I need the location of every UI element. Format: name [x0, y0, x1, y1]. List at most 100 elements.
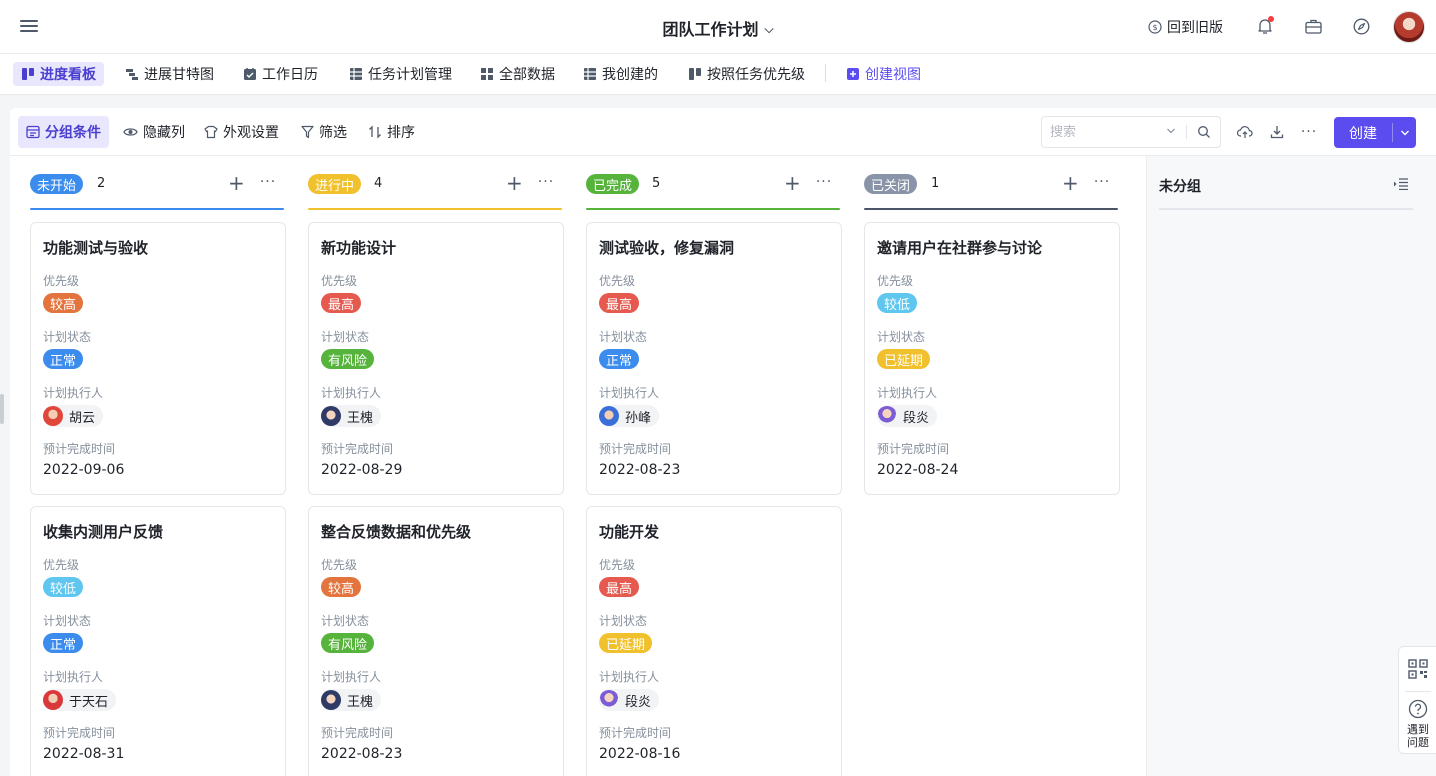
create-dropdown-button[interactable] [1393, 117, 1416, 148]
avatar [321, 690, 341, 710]
add-card-icon[interactable]: + [1062, 173, 1079, 194]
task-card[interactable]: 整合反馈数据和优先级 优先级 较高 计划状态 有风险 计划执行人 王槐 预计完成… [308, 506, 564, 776]
column-divider [30, 208, 284, 210]
add-card-icon[interactable]: + [784, 173, 801, 194]
assignee-chip: 于天石 [43, 689, 117, 711]
qr-code-icon[interactable] [1408, 659, 1428, 679]
card-title: 新功能设计 [321, 239, 397, 257]
tab-label: 任务计划管理 [368, 67, 452, 83]
due-label: 预计完成时间 [599, 726, 672, 740]
priority-label: 优先级 [43, 274, 80, 288]
tab-by-priority[interactable]: 按照任务优先级 [680, 62, 813, 86]
upload-button[interactable] [1237, 124, 1253, 140]
more-icon[interactable]: ··· [537, 174, 555, 194]
filter-label: 筛选 [319, 125, 347, 141]
add-card-icon[interactable]: + [228, 173, 245, 194]
plan-status-tag: 正常 [599, 349, 640, 369]
task-card[interactable]: 功能测试与验收 优先级 较高 计划状态 正常 计划执行人 胡云 预计完成时间 2… [30, 222, 286, 495]
collapse-list-icon[interactable] [1393, 178, 1409, 190]
plan-status-label: 计划状态 [43, 614, 92, 628]
group-icon [26, 125, 40, 139]
sort-button[interactable]: 排序 [360, 116, 423, 148]
briefcase-icon [1304, 19, 1322, 34]
chevron-down-icon: ⌵ [764, 22, 774, 36]
filter-button[interactable]: 筛选 [293, 116, 355, 148]
tab-task-plan[interactable]: 任务计划管理 [341, 62, 460, 86]
avatar [599, 690, 619, 710]
card-title: 整合反馈数据和优先级 [321, 523, 472, 541]
appearance-label: 外观设置 [223, 125, 279, 141]
more-icon[interactable]: ··· [815, 174, 833, 194]
user-avatar[interactable] [1393, 11, 1425, 43]
board-panel: 分组条件 隐藏列 外观设置 筛选 排序 ··· [10, 108, 1436, 776]
sidebar-resize-handle[interactable] [0, 394, 4, 424]
tab-all-data[interactable]: 全部数据 [472, 62, 563, 86]
uncategorized-title: 未分组 [1159, 179, 1201, 195]
more-icon[interactable]: ··· [1093, 174, 1111, 194]
add-card-icon[interactable]: + [506, 173, 523, 194]
due-label: 预计完成时间 [43, 442, 116, 456]
tab-progress-board[interactable]: 进度看板 [13, 62, 104, 86]
notification-dot [1268, 16, 1274, 22]
floating-toolbar: 遇到问题 [1398, 646, 1436, 754]
create-button-label[interactable]: 创建 [1334, 117, 1392, 148]
assignee-label: 计划执行人 [321, 386, 382, 400]
plan-status-tag: 有风险 [321, 349, 375, 369]
notification-button[interactable] [1255, 16, 1275, 36]
hide-columns-button[interactable]: 隐藏列 [115, 116, 193, 148]
assignee-name: 段炎 [903, 410, 930, 426]
priority-label: 优先级 [599, 274, 636, 288]
tab-created-by-me[interactable]: 我创建的 [575, 62, 666, 86]
kanban-icon [689, 68, 701, 80]
toolbar-divider [1405, 691, 1431, 692]
download-button[interactable] [1269, 124, 1285, 140]
inbox-button[interactable] [1303, 16, 1323, 36]
column-count: 4 [374, 176, 383, 191]
explore-button[interactable] [1351, 16, 1371, 36]
tab-label: 全部数据 [499, 67, 555, 83]
task-card[interactable]: 功能开发 优先级 最高 计划状态 已延期 计划执行人 段炎 预计完成时间 202… [586, 506, 842, 776]
column-header: 已关闭 1 + ··· [864, 173, 1118, 210]
card-title: 收集内测用户反馈 [43, 523, 164, 541]
more-icon[interactable]: ··· [259, 174, 277, 194]
task-card[interactable]: 收集内测用户反馈 优先级 较低 计划状态 正常 计划执行人 于天石 预计完成时间… [30, 506, 286, 776]
tab-gantt[interactable]: 进展甘特图 [117, 62, 222, 86]
chevron-down-icon [1400, 130, 1409, 135]
plus-square-icon [847, 68, 859, 80]
plan-status-label: 计划状态 [599, 614, 648, 628]
task-card[interactable]: 新功能设计 优先级 最高 计划状态 有风险 计划执行人 王槐 预计完成时间 20… [308, 222, 564, 495]
appearance-button[interactable]: 外观设置 [196, 116, 287, 148]
column-divider [586, 208, 840, 210]
column-header: 未开始 2 + ··· [30, 173, 284, 210]
tab-calendar[interactable]: 工作日历 [235, 62, 326, 86]
priority-tag: 最高 [321, 293, 362, 313]
assignee-label: 计划执行人 [43, 670, 104, 684]
column-count: 5 [652, 176, 661, 191]
due-label: 预计完成时间 [877, 442, 950, 456]
task-card[interactable]: 测试验收，修复漏洞 优先级 最高 计划状态 正常 计划执行人 孙峰 预计完成时间… [586, 222, 842, 495]
plan-status-label: 计划状态 [599, 330, 648, 344]
create-view-button[interactable]: 创建视图 [838, 62, 929, 86]
status-pill: 未开始 [30, 174, 84, 194]
filter-icon [301, 125, 314, 139]
calendar-icon [244, 68, 256, 80]
help-label[interactable]: 遇到问题 [1403, 723, 1433, 749]
group-by-button[interactable]: 分组条件 [18, 116, 109, 148]
assignee-chip: 胡云 [43, 405, 104, 427]
due-date: 2022-09-06 [43, 462, 125, 478]
create-button[interactable]: 创建 [1334, 117, 1416, 148]
search-icon[interactable] [1197, 125, 1211, 139]
assignee-label: 计划执行人 [321, 670, 382, 684]
plan-status-label: 计划状态 [321, 330, 370, 344]
old-version-link[interactable]: $ 回到旧版 [1148, 17, 1223, 37]
avatar [599, 406, 619, 426]
table-icon [350, 68, 362, 80]
chevron-down-icon[interactable] [1166, 126, 1176, 136]
help-icon[interactable] [1408, 699, 1428, 719]
shirt-icon [204, 125, 218, 139]
search-input[interactable] [1050, 123, 1160, 141]
due-date: 2022-08-23 [599, 462, 681, 478]
more-icon[interactable]: ··· [1301, 124, 1317, 140]
task-card[interactable]: 邀请用户在社群参与讨论 优先级 较低 计划状态 已延期 计划执行人 段炎 预计完… [864, 222, 1120, 495]
card-title: 邀请用户在社群参与讨论 [877, 239, 1043, 257]
